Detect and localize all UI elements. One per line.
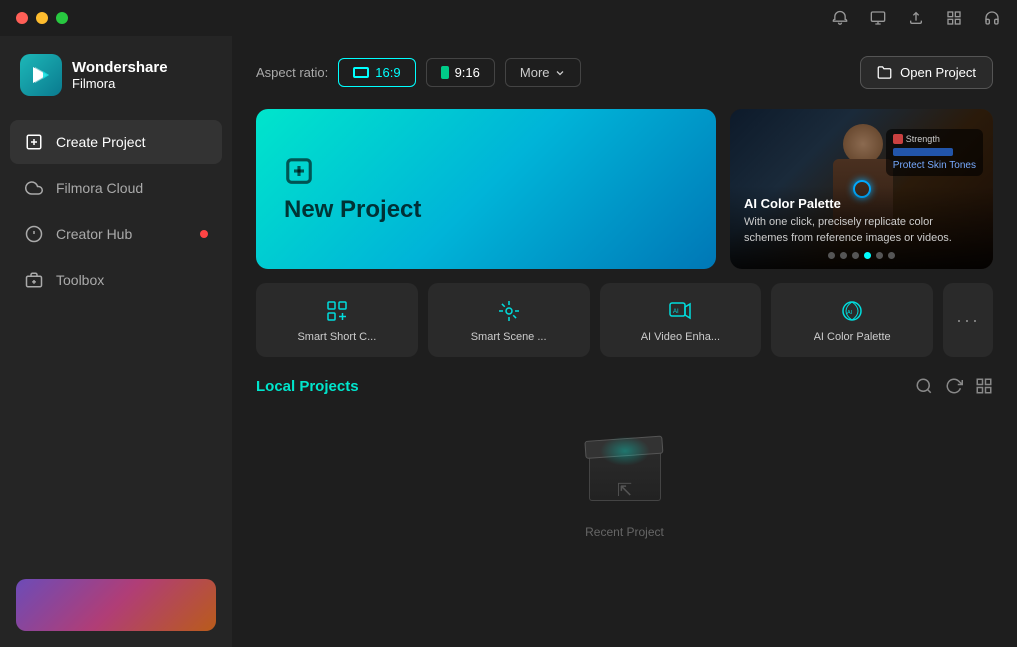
refresh-icon[interactable] bbox=[945, 377, 963, 395]
smart-short-icon bbox=[325, 297, 349, 323]
color-label-strength: Strength bbox=[906, 134, 940, 144]
svg-text:AI: AI bbox=[673, 309, 679, 315]
sidebar-item-create-project[interactable]: Create Project bbox=[10, 120, 222, 164]
logo-icon bbox=[20, 54, 62, 96]
aspect-ratio-label: Aspect ratio: bbox=[256, 65, 328, 80]
ai-feature-title: AI Color Palette bbox=[744, 196, 979, 211]
create-project-icon bbox=[24, 132, 44, 152]
tool-ai-color-label: AI Color Palette bbox=[814, 331, 891, 343]
cloud-icon bbox=[24, 178, 44, 198]
box-arrow: ⇱ bbox=[617, 480, 632, 501]
tool-more[interactable]: ··· bbox=[943, 283, 993, 357]
svg-text:AI: AI bbox=[847, 310, 853, 316]
empty-state-text: Recent Project bbox=[585, 525, 664, 539]
color-bar bbox=[893, 148, 953, 156]
titlebar bbox=[0, 0, 1017, 36]
ai-color-icon: AI bbox=[840, 297, 864, 323]
tools-row: Smart Short C... Smart Scene ... AI bbox=[256, 283, 993, 357]
app-name-line1: Wondershare bbox=[72, 59, 168, 76]
app-logo: Wondershare Filmora bbox=[0, 36, 232, 120]
aspect-16-9-icon bbox=[353, 67, 369, 78]
dot-5[interactable] bbox=[888, 252, 895, 259]
chevron-down-icon bbox=[554, 67, 566, 79]
sidebar-navigation: Create Project Filmora Cloud Creator Hub bbox=[0, 120, 232, 302]
red-swatch bbox=[893, 134, 903, 144]
color-row-2 bbox=[893, 148, 976, 156]
profile-area[interactable] bbox=[16, 579, 216, 631]
app-name-group: Wondershare Filmora bbox=[72, 59, 168, 91]
toolbox-icon bbox=[24, 270, 44, 290]
main-content: Aspect ratio: 16:9 9:16 More Open Proje bbox=[232, 0, 1017, 647]
sidebar-item-filmora-cloud[interactable]: Filmora Cloud bbox=[10, 166, 222, 210]
sidebar-bottom bbox=[0, 563, 232, 647]
color-row: Strength bbox=[893, 134, 976, 144]
dot-4[interactable] bbox=[876, 252, 883, 259]
dot-3[interactable] bbox=[864, 252, 871, 259]
sidebar-item-label: Toolbox bbox=[56, 272, 104, 288]
folder-icon bbox=[877, 65, 892, 80]
empty-box-illustration: ⇱ bbox=[585, 441, 665, 513]
new-project-card[interactable]: New Project bbox=[256, 109, 716, 269]
creator-hub-badge bbox=[200, 230, 208, 238]
tool-smart-scene-label: Smart Scene ... bbox=[471, 331, 547, 343]
minimize-button[interactable] bbox=[36, 12, 48, 24]
open-project-button[interactable]: Open Project bbox=[860, 56, 993, 89]
smart-scene-icon bbox=[497, 297, 521, 323]
box-group: ⇱ bbox=[585, 441, 665, 513]
sidebar: Wondershare Filmora Create Project Filmo… bbox=[0, 0, 232, 647]
account-icon[interactable] bbox=[869, 9, 887, 27]
window-controls bbox=[16, 12, 68, 24]
maximize-button[interactable] bbox=[56, 12, 68, 24]
tool-ai-color[interactable]: AI AI Color Palette bbox=[771, 283, 933, 357]
color-palette-ui: Strength Protect Skin Tones bbox=[886, 129, 983, 176]
local-projects-title: Local Projects bbox=[256, 378, 359, 395]
more-aspect-button[interactable]: More bbox=[505, 58, 581, 87]
creator-hub-icon bbox=[24, 224, 44, 244]
ai-feature-info: AI Color Palette With one click, precise… bbox=[730, 186, 993, 269]
tool-smart-scene[interactable]: Smart Scene ... bbox=[428, 283, 590, 357]
aspect-9-16-icon bbox=[441, 66, 449, 79]
titlebar-actions bbox=[831, 9, 1001, 27]
more-tools-icon: ··· bbox=[956, 310, 980, 331]
sidebar-item-creator-hub[interactable]: Creator Hub bbox=[10, 212, 222, 256]
aspect-16-9-button[interactable]: 16:9 bbox=[338, 58, 415, 87]
sidebar-item-toolbox[interactable]: Toolbox bbox=[10, 258, 222, 302]
upload-icon[interactable] bbox=[907, 9, 925, 27]
protect-skin-label: Protect Skin Tones bbox=[893, 160, 976, 171]
close-button[interactable] bbox=[16, 12, 28, 24]
grid-view-icon[interactable] bbox=[975, 377, 993, 395]
ai-feature-card[interactable]: Strength Protect Skin Tones AI Color Pal… bbox=[730, 109, 993, 269]
local-projects-actions bbox=[915, 377, 993, 395]
color-row-3: Protect Skin Tones bbox=[893, 160, 976, 171]
dot-1[interactable] bbox=[840, 252, 847, 259]
notification-icon[interactable] bbox=[831, 9, 849, 27]
grid-icon[interactable] bbox=[945, 9, 963, 27]
ai-video-icon: AI bbox=[668, 297, 692, 323]
box-glow bbox=[600, 436, 650, 466]
sidebar-item-label: Filmora Cloud bbox=[56, 180, 143, 196]
tool-smart-short[interactable]: Smart Short C... bbox=[256, 283, 418, 357]
sidebar-item-label: Create Project bbox=[56, 134, 145, 150]
aspect-ratio-bar: Aspect ratio: 16:9 9:16 More Open Proje bbox=[256, 56, 993, 89]
carousel-dots bbox=[744, 252, 979, 259]
new-project-add-icon bbox=[284, 154, 688, 186]
empty-state: ⇱ Recent Project bbox=[256, 411, 993, 549]
top-section: New Project Strength bbox=[256, 109, 993, 269]
search-icon[interactable] bbox=[915, 377, 933, 395]
dot-0[interactable] bbox=[828, 252, 835, 259]
sidebar-item-label: Creator Hub bbox=[56, 226, 132, 242]
tool-ai-video-label: AI Video Enha... bbox=[641, 331, 720, 343]
new-project-label: New Project bbox=[284, 196, 688, 224]
local-projects-header: Local Projects bbox=[256, 377, 993, 395]
headphone-icon[interactable] bbox=[983, 9, 1001, 27]
app-name-line2: Filmora bbox=[72, 76, 168, 91]
ai-feature-description: With one click, precisely replicate colo… bbox=[744, 215, 979, 246]
dot-2[interactable] bbox=[852, 252, 859, 259]
aspect-9-16-button[interactable]: 9:16 bbox=[426, 58, 495, 87]
tool-smart-short-label: Smart Short C... bbox=[297, 331, 376, 343]
tool-ai-video[interactable]: AI AI Video Enha... bbox=[600, 283, 762, 357]
